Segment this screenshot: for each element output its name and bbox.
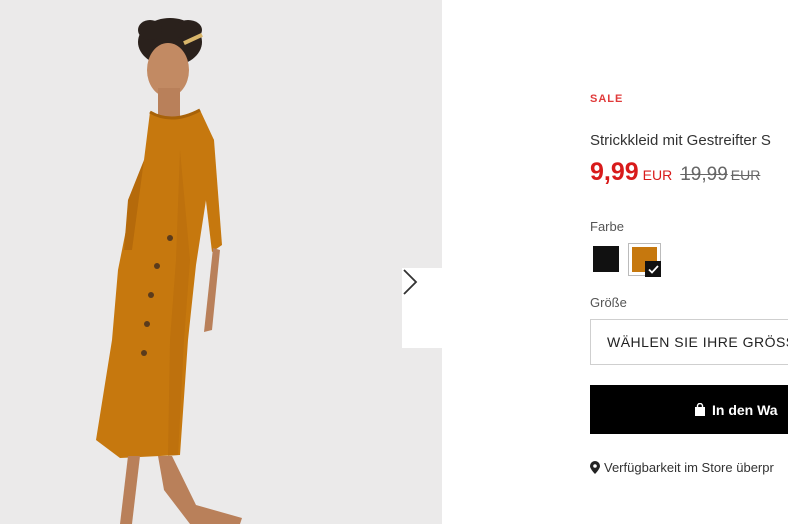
store-availability-link[interactable]: Verfügbarkeit im Store überpr — [590, 460, 774, 475]
checkmark-icon — [645, 261, 661, 277]
price-row: 9,99 EUR 19,99 EUR — [590, 158, 760, 187]
color-label: Farbe — [590, 219, 624, 234]
color-swatch-black[interactable] — [593, 246, 619, 272]
store-availability-label: Verfügbarkeit im Store überpr — [604, 460, 774, 475]
size-label: Größe — [590, 295, 627, 310]
current-price-currency: EUR — [642, 167, 673, 183]
product-image-gallery — [0, 0, 442, 524]
add-to-cart-label: In den Wa — [712, 401, 778, 418]
old-price-currency: EUR — [730, 167, 761, 183]
size-select[interactable]: WÄHLEN SIE IHRE GRÖSS — [590, 319, 788, 365]
product-info-panel: SALE Strickkleid mit Gestreifter S 9,99 E… — [590, 0, 788, 524]
product-title: Strickkleid mit Gestreifter S — [590, 132, 771, 149]
map-pin-icon — [590, 461, 600, 474]
add-to-cart-button[interactable]: In den Wa — [590, 385, 788, 434]
gallery-next-button[interactable] — [402, 268, 442, 348]
sale-badge: SALE — [590, 93, 624, 105]
old-price: 19,99 — [680, 164, 728, 185]
shopping-bag-icon — [694, 403, 706, 416]
product-photo — [96, 18, 242, 524]
current-price: 9,99 — [590, 158, 639, 186]
